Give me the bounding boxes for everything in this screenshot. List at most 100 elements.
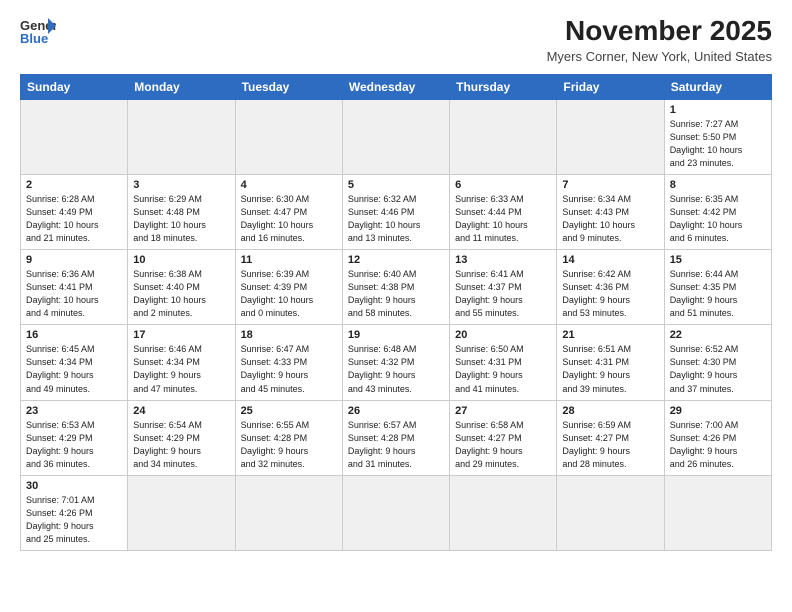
calendar-day-cell: 2Sunrise: 6:28 AM Sunset: 4:49 PM Daylig…: [21, 174, 128, 249]
calendar-day-cell: 26Sunrise: 6:57 AM Sunset: 4:28 PM Dayli…: [342, 400, 449, 475]
day-info: Sunrise: 6:44 AM Sunset: 4:35 PM Dayligh…: [670, 268, 766, 320]
calendar-week-row: 9 Sunrise: 6:36 AM Sunset: 4:41 PM Daylig…: [21, 250, 772, 325]
header: General Blue November 2025 Myers Corner,…: [20, 16, 772, 64]
weekday-header-cell: Monday: [128, 74, 235, 99]
day-number: 11: [241, 254, 337, 266]
day-info: Sunrise: 6:41 AM Sunset: 4:37 PM Dayligh…: [455, 268, 551, 320]
calendar-day-cell: 12 Sunrise: 6:40 AM Sunset: 4:38 PM Dayli…: [342, 250, 449, 325]
day-number: 9: [26, 254, 122, 266]
day-number: 10: [133, 254, 229, 266]
location: Myers Corner, New York, United States: [547, 49, 772, 64]
day-info: Sunrise: 6:54 AM Sunset: 4:29 PM Dayligh…: [133, 419, 229, 471]
logo: General Blue: [20, 16, 56, 46]
calendar-day-cell: 16 Sunrise: 6:45 AM Sunset: 4:34 PM Dayli…: [21, 325, 128, 400]
calendar-day-cell: 24 Sunrise: 6:54 AM Sunset: 4:29 PM Dayli…: [128, 400, 235, 475]
calendar-week-row: 16 Sunrise: 6:45 AM Sunset: 4:34 PM Dayli…: [21, 325, 772, 400]
day-info: Sunrise: 6:53 AM Sunset: 4:29 PM Dayligh…: [26, 419, 122, 471]
calendar-day-cell: 9 Sunrise: 6:36 AM Sunset: 4:41 PM Daylig…: [21, 250, 128, 325]
day-number: 1: [670, 104, 766, 116]
calendar-day-cell: 18 Sunrise: 6:47 AM Sunset: 4:33 PM Dayli…: [235, 325, 342, 400]
day-number: 30: [26, 480, 122, 492]
calendar-week-row: 30 Sunrise: 7:01 AM Sunset: 4:26 PM Dayli…: [21, 475, 772, 550]
calendar-day-cell: 30 Sunrise: 7:01 AM Sunset: 4:26 PM Dayli…: [21, 475, 128, 550]
calendar-day-cell: 19Sunrise: 6:48 AM Sunset: 4:32 PM Dayli…: [342, 325, 449, 400]
calendar-body: 1 Sunrise: 7:27 AM Sunset: 5:50 PM Daylig…: [21, 99, 772, 550]
day-info: Sunrise: 6:45 AM Sunset: 4:34 PM Dayligh…: [26, 343, 122, 395]
day-number: 15: [670, 254, 766, 266]
day-info: Sunrise: 6:36 AM Sunset: 4:41 PM Dayligh…: [26, 268, 122, 320]
weekday-header-cell: Wednesday: [342, 74, 449, 99]
day-info: Sunrise: 6:58 AM Sunset: 4:27 PM Dayligh…: [455, 419, 551, 471]
calendar-day-cell: 3Sunrise: 6:29 AM Sunset: 4:48 PM Daylig…: [128, 174, 235, 249]
day-number: 18: [241, 329, 337, 341]
calendar-day-cell: 20Sunrise: 6:50 AM Sunset: 4:31 PM Dayli…: [450, 325, 557, 400]
day-info: Sunrise: 6:57 AM Sunset: 4:28 PM Dayligh…: [348, 419, 444, 471]
calendar-day-cell: 29 Sunrise: 7:00 AM Sunset: 4:26 PM Dayli…: [664, 400, 771, 475]
calendar-day-cell: [557, 99, 664, 174]
day-info: Sunrise: 7:00 AM Sunset: 4:26 PM Dayligh…: [670, 419, 766, 471]
day-info: Sunrise: 6:39 AM Sunset: 4:39 PM Dayligh…: [241, 268, 337, 320]
day-info: Sunrise: 6:51 AM Sunset: 4:31 PM Dayligh…: [562, 343, 658, 395]
day-number: 19: [348, 329, 444, 341]
calendar-day-cell: 11 Sunrise: 6:39 AM Sunset: 4:39 PM Dayli…: [235, 250, 342, 325]
calendar-day-cell: [450, 99, 557, 174]
day-info: Sunrise: 6:50 AM Sunset: 4:31 PM Dayligh…: [455, 343, 551, 395]
day-number: 2: [26, 179, 122, 191]
calendar-day-cell: [664, 475, 771, 550]
calendar-day-cell: 8 Sunrise: 6:35 AM Sunset: 4:42 PM Daylig…: [664, 174, 771, 249]
calendar-day-cell: 10 Sunrise: 6:38 AM Sunset: 4:40 PM Dayli…: [128, 250, 235, 325]
weekday-header-cell: Thursday: [450, 74, 557, 99]
svg-text:Blue: Blue: [20, 31, 48, 46]
day-info: Sunrise: 6:33 AM Sunset: 4:44 PM Dayligh…: [455, 193, 551, 245]
day-number: 7: [562, 179, 658, 191]
day-info: Sunrise: 6:55 AM Sunset: 4:28 PM Dayligh…: [241, 419, 337, 471]
day-number: 4: [241, 179, 337, 191]
calendar-day-cell: 21Sunrise: 6:51 AM Sunset: 4:31 PM Dayli…: [557, 325, 664, 400]
calendar-day-cell: [450, 475, 557, 550]
day-info: Sunrise: 6:34 AM Sunset: 4:43 PM Dayligh…: [562, 193, 658, 245]
day-number: 16: [26, 329, 122, 341]
calendar-day-cell: 6 Sunrise: 6:33 AM Sunset: 4:44 PM Daylig…: [450, 174, 557, 249]
day-info: Sunrise: 6:47 AM Sunset: 4:33 PM Dayligh…: [241, 343, 337, 395]
calendar-day-cell: 5Sunrise: 6:32 AM Sunset: 4:46 PM Daylig…: [342, 174, 449, 249]
weekday-header-cell: Sunday: [21, 74, 128, 99]
day-number: 23: [26, 405, 122, 417]
weekday-header-cell: Friday: [557, 74, 664, 99]
day-number: 13: [455, 254, 551, 266]
day-info: Sunrise: 7:01 AM Sunset: 4:26 PM Dayligh…: [26, 494, 122, 546]
calendar-day-cell: 22Sunrise: 6:52 AM Sunset: 4:30 PM Dayli…: [664, 325, 771, 400]
day-number: 25: [241, 405, 337, 417]
calendar-day-cell: [557, 475, 664, 550]
day-number: 12: [348, 254, 444, 266]
day-info: Sunrise: 6:42 AM Sunset: 4:36 PM Dayligh…: [562, 268, 658, 320]
weekday-header-cell: Saturday: [664, 74, 771, 99]
calendar-day-cell: [128, 475, 235, 550]
title-block: November 2025 Myers Corner, New York, Un…: [547, 16, 772, 64]
day-info: Sunrise: 6:52 AM Sunset: 4:30 PM Dayligh…: [670, 343, 766, 395]
day-info: Sunrise: 6:38 AM Sunset: 4:40 PM Dayligh…: [133, 268, 229, 320]
day-info: Sunrise: 7:27 AM Sunset: 5:50 PM Dayligh…: [670, 118, 766, 170]
day-number: 29: [670, 405, 766, 417]
day-number: 3: [133, 179, 229, 191]
calendar-week-row: 23 Sunrise: 6:53 AM Sunset: 4:29 PM Dayli…: [21, 400, 772, 475]
calendar-day-cell: 15 Sunrise: 6:44 AM Sunset: 4:35 PM Dayli…: [664, 250, 771, 325]
day-number: 8: [670, 179, 766, 191]
calendar-day-cell: [342, 99, 449, 174]
calendar-day-cell: 7 Sunrise: 6:34 AM Sunset: 4:43 PM Daylig…: [557, 174, 664, 249]
day-info: Sunrise: 6:40 AM Sunset: 4:38 PM Dayligh…: [348, 268, 444, 320]
calendar-day-cell: [235, 475, 342, 550]
day-info: Sunrise: 6:32 AM Sunset: 4:46 PM Dayligh…: [348, 193, 444, 245]
day-info: Sunrise: 6:59 AM Sunset: 4:27 PM Dayligh…: [562, 419, 658, 471]
calendar-day-cell: 17Sunrise: 6:46 AM Sunset: 4:34 PM Dayli…: [128, 325, 235, 400]
day-info: Sunrise: 6:35 AM Sunset: 4:42 PM Dayligh…: [670, 193, 766, 245]
day-number: 28: [562, 405, 658, 417]
day-number: 27: [455, 405, 551, 417]
calendar-day-cell: [342, 475, 449, 550]
generalblue-logo-icon: General Blue: [20, 16, 56, 46]
page: General Blue November 2025 Myers Corner,…: [0, 0, 792, 612]
calendar-day-cell: 27 Sunrise: 6:58 AM Sunset: 4:27 PM Dayli…: [450, 400, 557, 475]
calendar-day-cell: 14Sunrise: 6:42 AM Sunset: 4:36 PM Dayli…: [557, 250, 664, 325]
day-number: 6: [455, 179, 551, 191]
day-number: 24: [133, 405, 229, 417]
month-title: November 2025: [547, 16, 772, 47]
